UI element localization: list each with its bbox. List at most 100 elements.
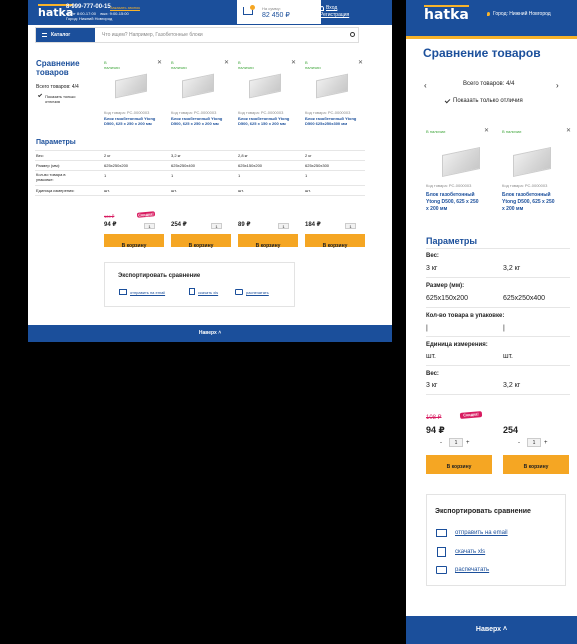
xls-icon xyxy=(437,547,446,557)
logo[interactable]: hatka xyxy=(424,5,469,23)
product-code: Код товара: РС-0000003 xyxy=(305,110,351,115)
export-xls-link[interactable]: скачать xls xyxy=(198,290,218,295)
mobile-view: hatka Город: Нижний Новгород Сравнение т… xyxy=(406,0,577,644)
chevron-left-icon[interactable]: ‹ xyxy=(424,81,427,90)
only-diff-checkbox[interactable] xyxy=(444,97,451,104)
search-icon[interactable] xyxy=(350,32,355,37)
remove-icon[interactable]: ✕ xyxy=(484,128,489,134)
plus-button[interactable]: + xyxy=(544,440,548,447)
minus-button[interactable]: - xyxy=(518,440,520,447)
param-value: 3 кг xyxy=(426,265,438,272)
param-label: Вес: xyxy=(426,371,439,377)
register-link[interactable]: Регистрация xyxy=(320,12,349,18)
remove-icon[interactable]: ✕ xyxy=(358,60,363,66)
city-selector[interactable]: Город: Нижний Новгород xyxy=(66,16,112,21)
product-image[interactable] xyxy=(182,73,214,99)
add-to-cart-button[interactable]: В корзину xyxy=(503,455,569,474)
qty-stepper[interactable]: 1 xyxy=(449,438,463,447)
scroll-to-top-bar[interactable]: Наверх ˄ xyxy=(28,325,392,342)
param-value: шт. xyxy=(426,353,436,360)
product-image[interactable] xyxy=(115,73,147,99)
product-name-3[interactable]: x 200 мм xyxy=(502,206,523,212)
remove-icon[interactable]: ✕ xyxy=(566,128,571,134)
product-name-2[interactable]: D500, 625 x 150 x 200 мм xyxy=(238,121,286,126)
product-image[interactable] xyxy=(249,73,281,99)
param-label: Единица измерения: xyxy=(36,188,75,193)
param-value: шт. xyxy=(171,188,177,193)
product-name-1[interactable]: Блок газобетонный xyxy=(426,192,475,198)
product-image[interactable] xyxy=(316,73,348,99)
plus-button[interactable]: + xyxy=(466,440,470,447)
xls-icon xyxy=(189,288,195,295)
param-value: 3,2 кг xyxy=(171,153,181,158)
chevron-right-icon[interactable]: › xyxy=(556,81,559,90)
catalog-label: Каталог xyxy=(51,32,71,38)
export-panel: Экспортировать сравнение отправить на em… xyxy=(104,262,295,307)
param-value: 3,2 кг xyxy=(503,265,521,272)
product-name-2[interactable]: D500, 625 x 250 x 200 мм xyxy=(171,121,219,126)
total-count: Всего товаров: 4/4 xyxy=(36,84,79,90)
city-selector[interactable]: Город: Нижний Новгород xyxy=(493,11,551,17)
product-code: Код товара: РС-0000003 xyxy=(238,110,284,115)
add-to-cart-button[interactable]: В корзину xyxy=(426,455,492,474)
param-value: 1 xyxy=(305,173,308,178)
add-to-cart-button[interactable]: В корзину xyxy=(238,234,298,249)
search-input[interactable]: Что ищем? Например, Газобетонные блоки xyxy=(102,32,203,38)
price: 89 ₽ xyxy=(238,222,251,228)
cart-widget[interactable]: На сумму: 82 450 ₽ xyxy=(237,0,321,24)
param-value: 625x150x200 xyxy=(238,163,263,168)
export-email-link[interactable]: отправить на email xyxy=(130,290,165,295)
mobile-header: hatka Город: Нижний Новгород xyxy=(406,0,577,36)
qty-stepper[interactable]: 1 xyxy=(527,438,541,447)
export-email-link[interactable]: отправить на email xyxy=(455,530,508,537)
order-call-link[interactable]: Заказать звонок xyxy=(110,5,140,10)
product-name-2[interactable]: Ytong D500, 625 x 250 xyxy=(502,199,555,205)
add-to-cart-label: В корзину xyxy=(255,243,281,249)
only-diff-checkbox[interactable] xyxy=(37,92,43,98)
login-link[interactable]: Вход xyxy=(326,5,337,11)
minus-button[interactable]: - xyxy=(440,440,442,447)
export-print-link[interactable]: распечатать xyxy=(455,567,489,574)
qty-stepper[interactable]: 1 xyxy=(144,223,155,229)
print-icon xyxy=(235,289,243,295)
sale-badge: Скидка! xyxy=(459,411,483,419)
param-value: 1 xyxy=(171,173,174,178)
qty-stepper[interactable]: 1 xyxy=(345,223,356,229)
scroll-to-top-bar[interactable]: Наверх ˄ xyxy=(406,616,577,644)
remove-icon[interactable]: ✕ xyxy=(224,60,229,66)
param-label: Размер (мм): xyxy=(36,163,61,168)
export-print-link[interactable]: распечатать xyxy=(246,290,269,295)
product-code: Код товара: РС-0000003 xyxy=(104,110,150,115)
remove-icon[interactable]: ✕ xyxy=(157,60,162,66)
price: 254 xyxy=(503,425,519,435)
param-value: | xyxy=(426,325,428,332)
phone[interactable]: 8-999-777-00-15 xyxy=(66,4,111,11)
product-name-2[interactable]: Ytong D500, 625 x 250 xyxy=(426,199,479,205)
add-to-cart-button[interactable]: В корзину xyxy=(104,234,164,249)
page-title-2: товаров xyxy=(36,68,69,77)
param-value: шт. xyxy=(503,353,513,360)
product-code: Код товара: РС-0000003 xyxy=(502,183,548,188)
product-image[interactable] xyxy=(442,146,480,178)
param-value: 2 кг xyxy=(104,153,111,158)
product-name-2[interactable]: D500 625x250x300 мм xyxy=(305,121,347,126)
param-label: Вес: xyxy=(36,153,45,158)
catalog-button[interactable]: Каталог xyxy=(36,28,95,42)
product-image[interactable] xyxy=(513,146,551,178)
product-name-1[interactable]: Блок газобетонный xyxy=(502,192,551,198)
param-value: 625x250x300 xyxy=(305,163,330,168)
chevron-up-icon: ˄ xyxy=(218,330,222,336)
add-to-cart-button[interactable]: В корзину xyxy=(171,234,231,249)
stock-label: В наличии xyxy=(171,60,187,70)
only-diff-label-2: отличия xyxy=(45,99,60,104)
remove-icon[interactable]: ✕ xyxy=(291,60,296,66)
add-to-cart-button[interactable]: В корзину xyxy=(305,234,365,249)
product-name-3[interactable]: x 200 мм xyxy=(426,206,447,212)
old-price: 109 ₽ xyxy=(104,214,115,219)
qty-stepper[interactable]: 1 xyxy=(278,223,289,229)
sale-badge: Скидка! xyxy=(136,211,156,218)
export-xls-link[interactable]: скачать xls xyxy=(455,549,485,556)
product-name-2[interactable]: D500, 625 x 250 x 200 мм xyxy=(104,121,152,126)
qty-stepper[interactable]: 1 xyxy=(211,223,222,229)
param-value: 2 кг xyxy=(305,153,312,158)
